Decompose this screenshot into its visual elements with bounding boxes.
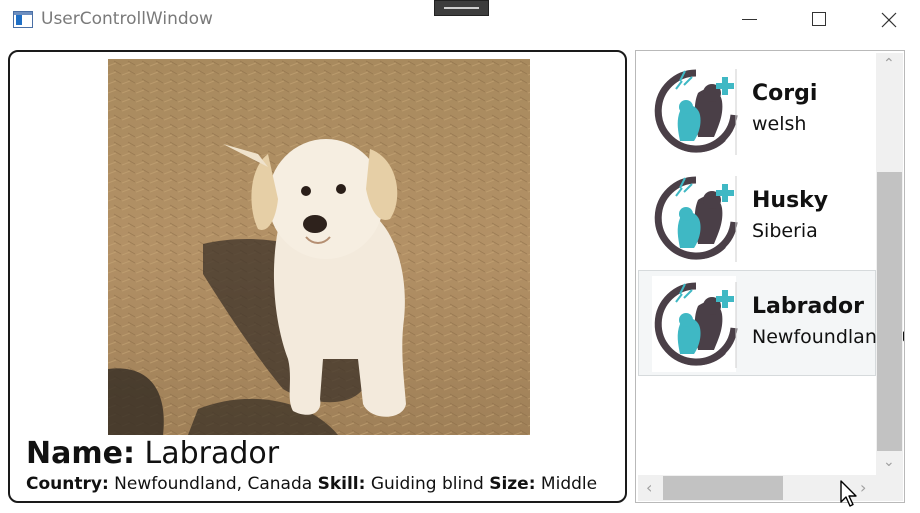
list-item-country: Siberia <box>752 220 818 242</box>
drag-handle[interactable] <box>434 0 489 16</box>
app-window-icon <box>13 11 33 28</box>
maximize-button[interactable] <box>808 8 832 32</box>
list-item-husky[interactable]: Husky Siberia <box>638 164 876 270</box>
minimize-button[interactable] <box>738 8 762 32</box>
title-bar[interactable]: UserControllWindow <box>0 0 920 40</box>
size-value: Middle <box>540 474 598 494</box>
pet-logo-icon <box>652 276 740 372</box>
vertical-scrollbar[interactable]: ⌃ ⌄ <box>876 53 903 478</box>
list-item-corgi[interactable]: Corgi welsh <box>638 57 876 163</box>
list-item-labrador[interactable]: Labrador Newfoundland, Canada <box>638 270 904 376</box>
horizontal-scroll-thumb[interactable] <box>663 476 783 500</box>
country-value: Newfoundland, Canada <box>114 474 313 494</box>
scrollbar-corner <box>876 475 903 501</box>
puppy-photo <box>108 59 530 435</box>
mouse-cursor-icon <box>839 480 859 509</box>
vertical-scroll-thumb[interactable] <box>877 172 902 451</box>
name-label: Name: <box>26 436 135 471</box>
dog-detail-panel: Name: Labrador Country: Newfoundland, Ca… <box>8 50 627 503</box>
list-item-name: Labrador <box>752 294 865 319</box>
skill-value: Guiding blind <box>370 474 484 494</box>
scroll-up-icon[interactable]: ⌃ <box>883 56 895 72</box>
pet-logo-icon <box>652 63 740 159</box>
dog-info-line: Country: Newfoundland, Canada Skill: Gui… <box>26 474 597 494</box>
close-icon <box>881 12 897 28</box>
country-label: Country: <box>26 474 109 494</box>
list-item-country: welsh <box>752 113 807 135</box>
scroll-down-icon[interactable]: ⌄ <box>883 454 895 470</box>
skill-label: Skill: <box>317 474 366 494</box>
list-item-name: Husky <box>752 188 829 213</box>
window-title: UserControllWindow <box>41 9 213 29</box>
scroll-left-icon[interactable]: ‹ <box>646 478 652 497</box>
dog-name-line: Name: Labrador <box>26 436 279 471</box>
dog-list-panel[interactable]: Corgi welsh Husky Siberia Labrador Newfo… <box>635 50 905 503</box>
list-item-name: Corgi <box>752 81 818 106</box>
name-value: Labrador <box>144 436 280 471</box>
size-label: Size: <box>489 474 536 494</box>
close-button[interactable] <box>877 8 901 32</box>
pet-logo-icon <box>652 170 740 266</box>
scroll-right-icon[interactable]: › <box>860 478 866 497</box>
